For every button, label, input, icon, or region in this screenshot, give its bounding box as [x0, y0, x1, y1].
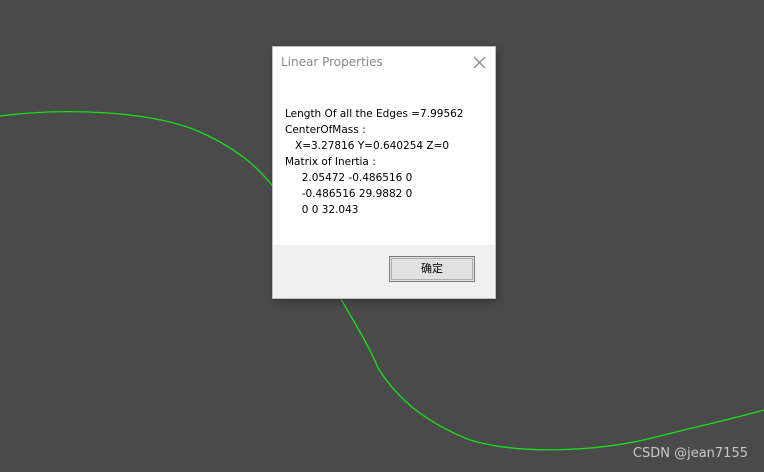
- matrix-row-2: -0.486516 29.9882 0: [285, 188, 413, 200]
- linear-properties-dialog: Linear Properties Length Of all the Edge…: [273, 47, 495, 298]
- properties-text: Length Of all the Edges =7.99562 CenterO…: [285, 106, 485, 218]
- close-button[interactable]: [465, 47, 495, 77]
- matrix-of-inertia-label: Matrix of Inertia :: [285, 156, 376, 168]
- dialog-title: Linear Properties: [281, 55, 383, 69]
- watermark: CSDN @jean7155: [632, 446, 748, 461]
- center-of-mass-label: CenterOfMass :: [285, 124, 366, 136]
- center-of-mass-values: X=3.27816 Y=0.640254 Z=0: [285, 140, 450, 152]
- dialog-footer: 确定: [273, 245, 495, 298]
- close-icon: [473, 56, 486, 69]
- matrix-row-3: 0 0 32.043: [285, 204, 359, 216]
- ok-button[interactable]: 确定: [389, 256, 475, 282]
- matrix-row-1: 2.05472 -0.486516 0: [285, 172, 413, 184]
- edges-length-line: Length Of all the Edges =7.99562: [285, 108, 464, 120]
- dialog-titlebar[interactable]: Linear Properties: [273, 47, 495, 77]
